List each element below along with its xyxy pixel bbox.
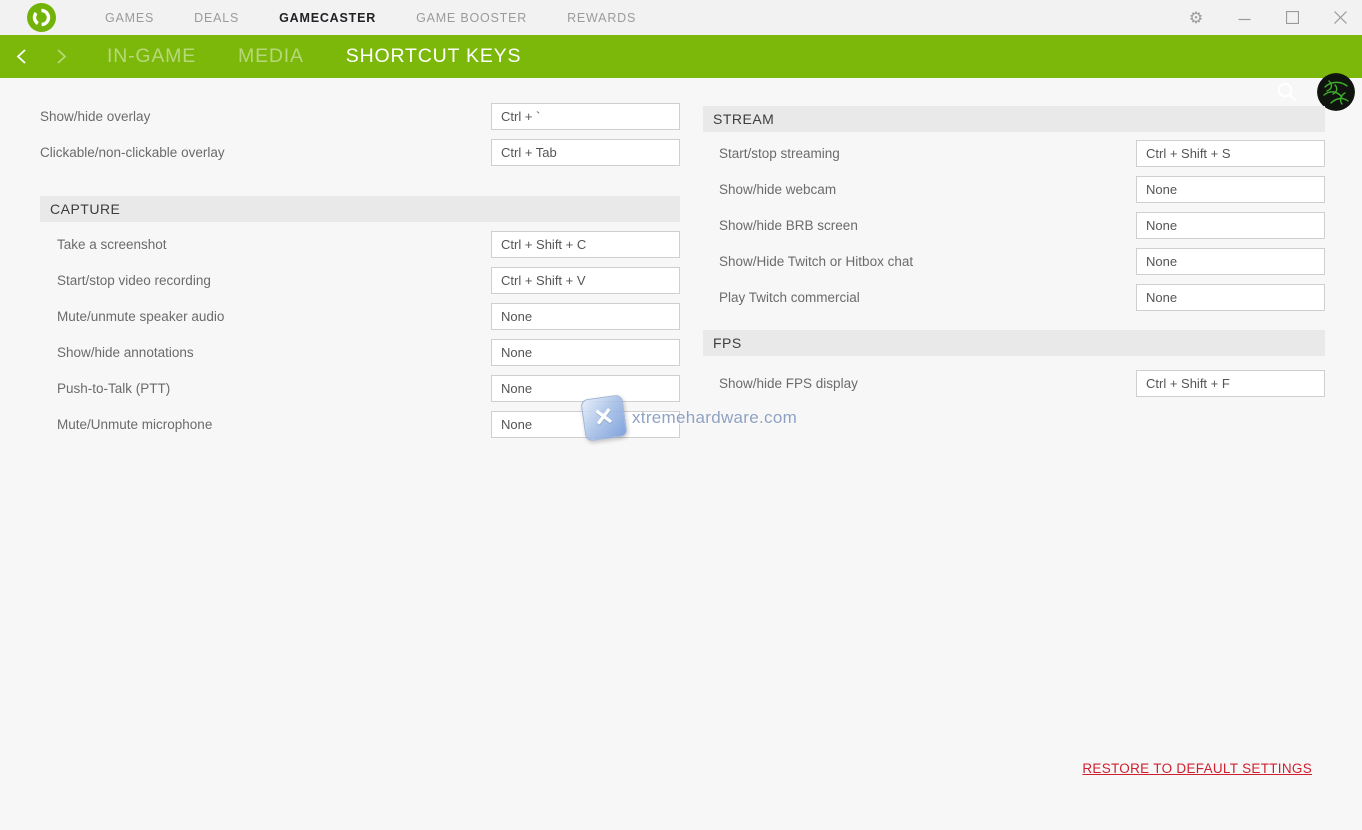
back-chevron-icon[interactable] <box>14 48 31 65</box>
shortcut-input-clickable-overlay[interactable] <box>491 139 680 166</box>
shortcut-input-mute-microphone[interactable] <box>491 411 680 438</box>
main-nav: GAMES DEALS GAMECASTER GAME BOOSTER REWA… <box>105 0 636 35</box>
setting-label: Play Twitch commercial <box>719 290 860 306</box>
minimize-button[interactable] <box>1236 10 1252 26</box>
section-title: FPS <box>713 335 742 351</box>
shortcut-input-mute-speaker[interactable] <box>491 303 680 330</box>
restore-defaults-link[interactable]: RESTORE TO DEFAULT SETTINGS <box>1082 761 1312 776</box>
gamecaster-subnav: IN-GAME MEDIA SHORTCUT KEYS <box>0 35 1362 78</box>
window-controls: ⚙ <box>1188 0 1348 35</box>
setting-label: Clickable/non-clickable overlay <box>40 145 225 161</box>
tab-game-booster[interactable]: GAME BOOSTER <box>416 11 527 25</box>
section-title: CAPTURE <box>50 201 120 217</box>
shortcut-input-show-hide-overlay[interactable] <box>491 103 680 130</box>
setting-label: Show/hide BRB screen <box>719 218 858 234</box>
section-header-stream: STREAM <box>703 106 1325 132</box>
titlebar: GAMES DEALS GAMECASTER GAME BOOSTER REWA… <box>0 0 1362 35</box>
section-title: STREAM <box>713 111 774 127</box>
subtab-in-game[interactable]: IN-GAME <box>107 45 196 68</box>
shortcut-input-push-to-talk[interactable] <box>491 375 680 402</box>
subtab-media[interactable]: MEDIA <box>238 45 304 68</box>
setting-label: Mute/unmute speaker audio <box>57 309 224 325</box>
section-header-capture: CAPTURE <box>40 196 680 222</box>
setting-label: Push-to-Talk (PTT) <box>57 381 170 397</box>
shortcut-input-fps-display[interactable] <box>1136 370 1325 397</box>
setting-label: Start/stop video recording <box>57 273 211 289</box>
shortcut-input-webcam[interactable] <box>1136 176 1325 203</box>
search-icon[interactable] <box>1276 81 1298 103</box>
setting-label: Take a screenshot <box>57 237 167 253</box>
subtab-shortcut-keys[interactable]: SHORTCUT KEYS <box>346 45 521 68</box>
shortcut-input-streaming[interactable] <box>1136 140 1325 167</box>
shortcut-input-take-screenshot[interactable] <box>491 231 680 258</box>
settings-gear-icon[interactable]: ⚙ <box>1188 10 1204 26</box>
shortcut-input-twitch-commercial[interactable] <box>1136 284 1325 311</box>
tab-games[interactable]: GAMES <box>105 11 154 25</box>
maximize-button[interactable] <box>1284 10 1300 26</box>
setting-label: Show/hide overlay <box>40 109 150 125</box>
setting-label: Show/hide FPS display <box>719 376 858 392</box>
tab-gamecaster[interactable]: GAMECASTER <box>279 11 376 25</box>
close-button[interactable] <box>1332 10 1348 26</box>
section-header-fps: FPS <box>703 330 1325 356</box>
forward-chevron-icon[interactable] <box>52 48 69 65</box>
shortcut-input-brb-screen[interactable] <box>1136 212 1325 239</box>
setting-label: Start/stop streaming <box>719 146 840 162</box>
tab-rewards[interactable]: REWARDS <box>567 11 636 25</box>
setting-label: Show/hide annotations <box>57 345 194 361</box>
setting-label: Show/Hide Twitch or Hitbox chat <box>719 254 913 270</box>
shortcut-input-twitch-chat[interactable] <box>1136 248 1325 275</box>
cortex-logo-icon[interactable] <box>27 3 56 32</box>
app-window: GAMES DEALS GAMECASTER GAME BOOSTER REWA… <box>0 0 1362 830</box>
subnav-tabs: IN-GAME MEDIA SHORTCUT KEYS <box>107 35 521 78</box>
shortcut-input-video-recording[interactable] <box>491 267 680 294</box>
setting-label: Show/hide webcam <box>719 182 836 198</box>
tab-deals[interactable]: DEALS <box>194 11 239 25</box>
setting-label: Mute/Unmute microphone <box>57 417 212 433</box>
shortcut-input-annotations[interactable] <box>491 339 680 366</box>
